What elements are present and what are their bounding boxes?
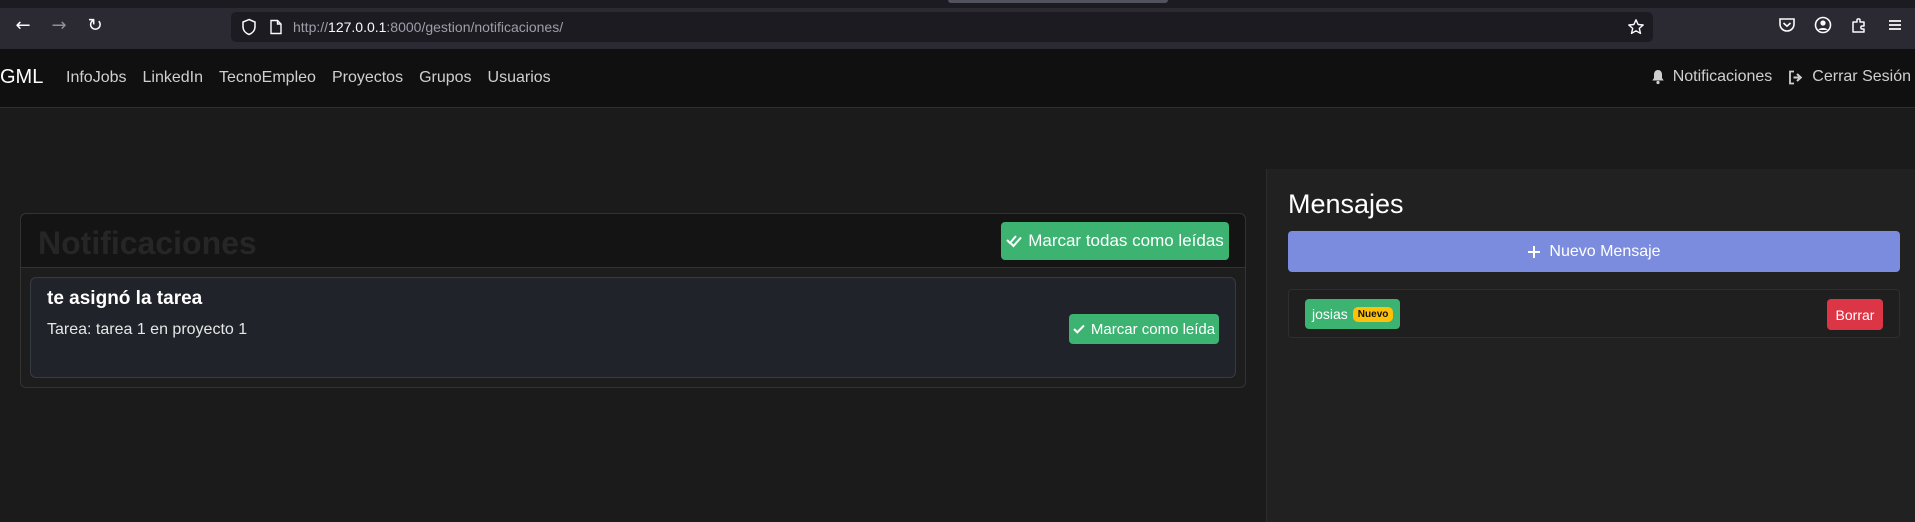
extensions-icon[interactable]: [1849, 15, 1869, 35]
messages-panel: Mensajes Nuevo Mensaje josias Nuevo Borr…: [1266, 169, 1915, 522]
menu-icon[interactable]: [1885, 15, 1905, 35]
nav-link-usuarios[interactable]: Usuarios: [488, 69, 551, 87]
notifications-label: Notificaciones: [1672, 68, 1773, 85]
notifications-card: Notificaciones Marcar todas como leídas …: [20, 213, 1246, 388]
brand-logo[interactable]: GML: [0, 66, 43, 89]
active-tab-indicator[interactable]: [948, 0, 1168, 3]
back-icon[interactable]: ←: [11, 14, 35, 38]
star-icon[interactable]: [1627, 18, 1645, 36]
notification-title: te asignó la tarea: [47, 288, 203, 309]
logout-icon: [1789, 70, 1803, 84]
url-host: 127.0.0.1: [328, 19, 387, 35]
notifications-link[interactable]: Notificaciones: [1651, 68, 1773, 86]
nav-links: InfoJobs LinkedIn TecnoEmpleo Proyectos …: [66, 69, 551, 87]
check-double-icon: [1006, 235, 1022, 248]
url-path: :8000/gestion/notificaciones/: [386, 19, 564, 35]
mark-all-read-button[interactable]: Marcar todas como leídas: [1001, 222, 1229, 260]
bell-icon: [1651, 70, 1664, 85]
nav-link-grupos[interactable]: Grupos: [419, 69, 471, 87]
message-sender-button[interactable]: josias Nuevo: [1305, 299, 1401, 329]
nav-link-linkedin[interactable]: LinkedIn: [142, 69, 203, 87]
pocket-icon[interactable]: [1777, 15, 1797, 35]
new-message-label: Nuevo Mensaje: [1549, 242, 1661, 260]
notifications-title: Notificaciones: [38, 225, 257, 261]
reload-icon[interactable]: ↻: [83, 14, 107, 38]
notification-item: te asignó la tarea Tarea: tarea 1 en pro…: [30, 277, 1236, 378]
nav-link-proyectos[interactable]: Proyectos: [332, 69, 403, 87]
nav-link-infojobs[interactable]: InfoJobs: [66, 69, 126, 87]
shield-icon[interactable]: [240, 18, 258, 36]
url-text[interactable]: http://127.0.0.1:8000/gestion/notificaci…: [293, 19, 563, 35]
page-icon: [270, 19, 282, 35]
browser-toolbar: ← → ↻ http://127.0.0.1:8000/gestion/noti…: [0, 0, 1915, 49]
nav-right: Notificaciones Cerrar Sesión: [1651, 68, 1911, 86]
new-badge: Nuevo: [1352, 306, 1394, 322]
url-bar[interactable]: http://127.0.0.1:8000/gestion/notificaci…: [231, 12, 1653, 42]
account-icon[interactable]: [1813, 15, 1833, 35]
nav-link-tecnoempleo[interactable]: TecnoEmpleo: [219, 69, 316, 87]
notifications-header: Notificaciones Marcar todas como leídas: [21, 214, 1245, 268]
app-navbar: GML InfoJobs LinkedIn TecnoEmpleo Proyec…: [0, 49, 1915, 108]
delete-button[interactable]: Borrar: [1827, 299, 1883, 330]
plus-icon: [1528, 245, 1541, 258]
logout-label: Cerrar Sesión: [1812, 68, 1911, 85]
logout-link[interactable]: Cerrar Sesión: [1788, 68, 1911, 86]
check-icon: [1073, 324, 1085, 334]
mark-all-read-label: Marcar todas como leídas: [1028, 231, 1224, 250]
messages-title: Mensajes: [1288, 189, 1404, 219]
new-message-button[interactable]: Nuevo Mensaje: [1288, 231, 1900, 272]
mark-read-label: Marcar como leída: [1090, 320, 1216, 338]
forward-icon[interactable]: →: [47, 14, 71, 38]
message-row: josias Nuevo Borrar: [1288, 289, 1900, 338]
sender-name: josias: [1312, 306, 1348, 322]
mark-read-button[interactable]: Marcar como leída: [1069, 314, 1219, 344]
url-prefix: http://: [293, 19, 329, 35]
notification-text: Tarea: tarea 1 en proyecto 1: [47, 321, 248, 338]
